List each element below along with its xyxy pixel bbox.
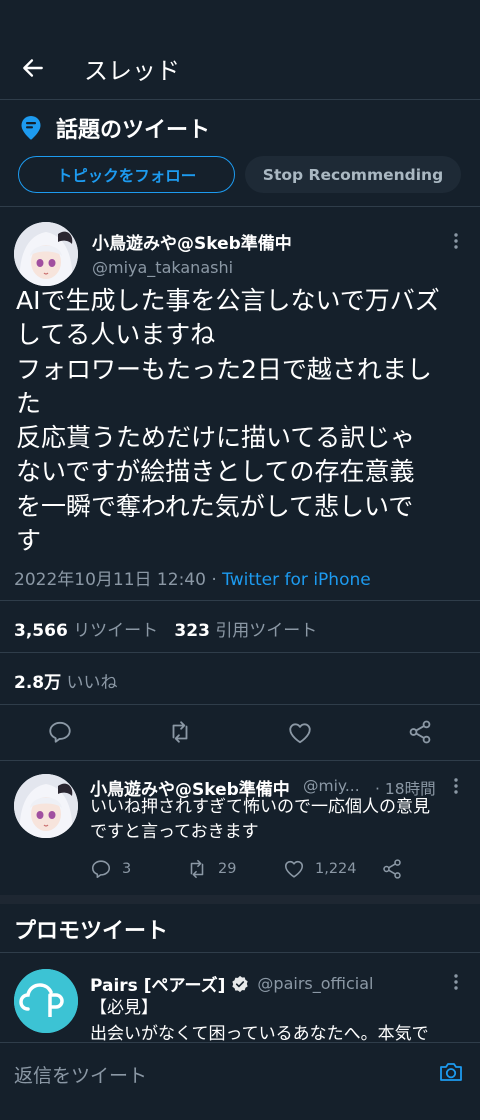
like-count: 1,224: [315, 861, 357, 877]
source-link[interactable]: Twitter for iPhone: [222, 570, 371, 590]
promo-text: 【必見】 出会いがなくて困っているあなたへ。本気で: [90, 995, 429, 1047]
avatar[interactable]: [14, 222, 78, 286]
promo-author-name: Pairs [ペアーズ]: [90, 976, 226, 996]
author-name[interactable]: 小鳥遊みや@Skeb準備中: [92, 229, 292, 254]
like-icon: [284, 860, 304, 878]
retweet-action[interactable]: 29: [186, 858, 236, 880]
avatar-illustration-icon: [14, 222, 78, 286]
author-handle[interactable]: @miya_takanashi: [92, 258, 233, 277]
retweet-icon: [190, 859, 204, 879]
more-options-icon[interactable]: [453, 232, 459, 250]
avatar-illustration-icon: [14, 774, 78, 838]
divider: [0, 600, 480, 601]
tweet-meta: 2022年10月11日 12:40 · Twitter for iPhone: [14, 565, 371, 590]
verified-badge-icon: [232, 975, 249, 992]
pairs-logo-icon: [14, 969, 78, 1033]
tweet-line: ないですが絵描きとしての存在意義: [16, 457, 415, 487]
like-stats[interactable]: 2.8万 いいね: [14, 668, 118, 693]
more-options-icon[interactable]: [453, 973, 459, 991]
promo-author[interactable]: Pairs [ペアーズ] @pairs_official: [90, 971, 373, 996]
page-title: スレッド: [84, 57, 180, 85]
top-bar: スレッド: [0, 0, 480, 100]
promo-line: 【必見】: [90, 998, 158, 1018]
reply-input[interactable]: 返信をツイート: [14, 1061, 147, 1088]
tweet-line: を一瞬で奪われた気がして悲しいで: [16, 491, 414, 521]
section-divider: [0, 895, 480, 904]
tweet-line: してる人いますね: [16, 320, 216, 350]
tweet-text: AIで生成した事を公言しないで万バズ してる人いますね フォロワーもたった2日で…: [16, 284, 468, 558]
reply-author-handle[interactable]: @miy...: [303, 777, 360, 795]
retweet-label: リツイート: [73, 621, 159, 641]
like-count: 2.8万: [14, 673, 62, 693]
share-action[interactable]: [381, 858, 413, 880]
reply-icon[interactable]: [47, 719, 73, 745]
share-icon[interactable]: [407, 719, 433, 745]
divider: [0, 704, 480, 705]
divider: [0, 760, 480, 761]
topic-header: 話題のツイート: [20, 113, 210, 143]
camera-icon[interactable]: [438, 1060, 464, 1084]
divider: [0, 952, 480, 953]
reply-count: 3: [122, 861, 132, 877]
promo-section-title: プロモツイート: [14, 919, 169, 944]
promo-avatar[interactable]: [14, 969, 78, 1033]
retweet-count: 3,566: [14, 621, 68, 641]
tweet-line: フォロワーもたった2日で越されまし: [16, 354, 432, 384]
like-icon[interactable]: [287, 720, 313, 746]
arrow-left-icon[interactable]: [20, 55, 46, 81]
share-icon: [383, 859, 401, 879]
divider: [0, 206, 480, 207]
like-label: いいね: [66, 673, 118, 693]
tweet-line: す: [16, 526, 42, 556]
retweet-stats[interactable]: 3,566 リツイート 323 引用ツイート: [14, 616, 317, 641]
reply-line: いいね押されすぎて怖いので一応個人の意見: [90, 797, 430, 817]
topic-label: 話題のツイート: [56, 118, 211, 143]
divider: [0, 652, 480, 653]
meta-separator: ·: [205, 570, 223, 590]
reply-text: いいね押されすぎて怖いので一応個人の意見 ですと言っておきます: [90, 795, 470, 845]
reply-icon: [91, 860, 111, 879]
tweet-line: 反応貰うためだけに描いてる訳じゃ: [16, 423, 416, 453]
timestamp[interactable]: 2022年10月11日 12:40: [14, 570, 206, 590]
topic-pin-icon: [21, 116, 41, 140]
follow-topic-button[interactable]: トピックをフォロー: [18, 156, 235, 193]
quote-label: 引用ツイート: [215, 621, 318, 641]
more-options-icon[interactable]: [453, 777, 459, 795]
reply-action[interactable]: 3: [90, 858, 131, 880]
promo-author-handle: @pairs_official: [257, 974, 374, 993]
retweet-icon[interactable]: [167, 719, 193, 745]
retweet-count: 29: [218, 861, 237, 877]
reply-compose-bar[interactable]: 返信をツイート: [0, 1042, 480, 1120]
stop-recommending-button[interactable]: Stop Recommending: [245, 156, 461, 193]
tweet-line: AIで生成した事を公言しないで万バズ: [16, 286, 440, 315]
tweet-line: た: [16, 388, 42, 418]
like-action[interactable]: 1,224: [283, 858, 357, 880]
quote-count: 323: [174, 621, 210, 641]
reply-line: ですと言っておきます: [90, 822, 259, 842]
reply-avatar[interactable]: [14, 774, 78, 838]
